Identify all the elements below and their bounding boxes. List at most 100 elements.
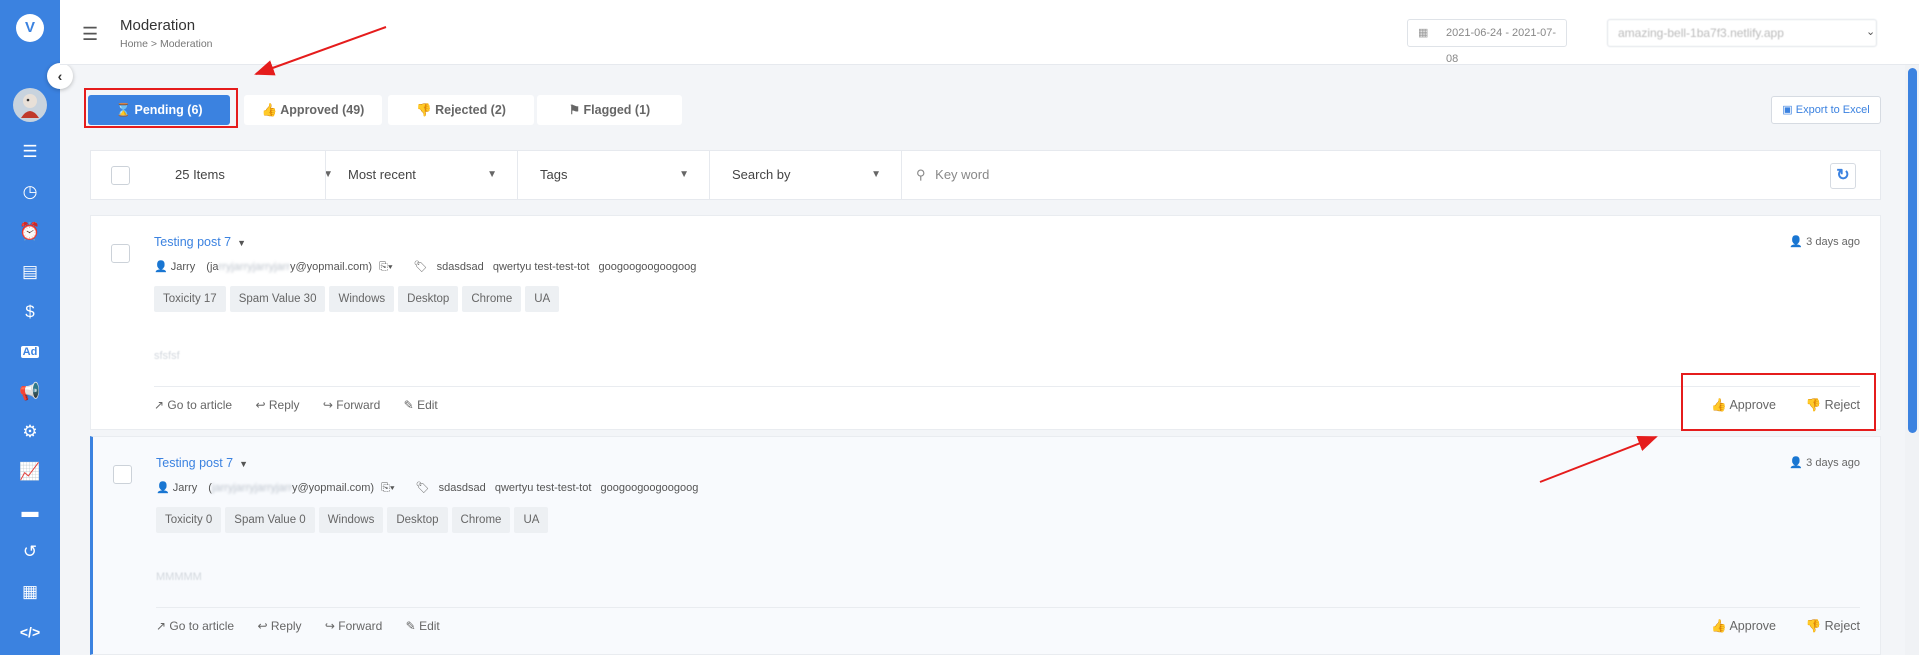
- sidebar-item-clock[interactable]: ◷: [0, 174, 60, 210]
- post-metadata-chips: Toxicity 0 Spam Value 0 Windows Desktop Chro…: [156, 507, 552, 533]
- divider: [156, 607, 1860, 608]
- breadcrumb[interactable]: Home > Moderation: [120, 38, 213, 50]
- tab-approved[interactable]: 👍 Approved (49): [244, 95, 382, 125]
- forward-button[interactable]: ↪ Forward: [323, 398, 380, 412]
- spam-chip: Spam Value 0: [225, 507, 315, 533]
- book-icon: ▤: [21, 262, 39, 281]
- avatar[interactable]: [13, 88, 47, 122]
- scrollbar-thumb[interactable]: [1908, 68, 1917, 433]
- select-all-checkbox[interactable]: [111, 166, 130, 185]
- tag[interactable]: qwertyu test-test-tot: [493, 261, 590, 273]
- clock-icon: ◷: [22, 182, 38, 201]
- user-clock-icon: 👤: [1789, 236, 1804, 248]
- post-title[interactable]: Testing post 7 ▼: [154, 235, 246, 249]
- filter-bar: 25 Items ▼ Most recent ▼ Tags ▼ Search b…: [90, 150, 1881, 200]
- sidebar-item-dollar[interactable]: $: [0, 294, 60, 330]
- go-to-article-label: Go to article: [167, 398, 233, 412]
- copy-icon[interactable]: ⎘▾: [379, 261, 392, 273]
- edit-label: Edit: [417, 398, 438, 412]
- search-by-select[interactable]: Search by ▼: [709, 151, 901, 199]
- caret-down-icon[interactable]: ▼: [239, 459, 248, 469]
- thumbs-up-icon: 👍: [261, 103, 278, 117]
- approve-button[interactable]: 👍 Approve: [1711, 619, 1776, 633]
- sidebar-item-settings[interactable]: ⚙: [0, 414, 60, 450]
- sidebar-item-list[interactable]: ☰: [0, 134, 60, 170]
- refresh-icon: ↻: [1836, 167, 1850, 184]
- copy-icon[interactable]: ⎘▾: [381, 482, 394, 494]
- keyword-search-input[interactable]: ⚲ Key word: [901, 151, 1881, 199]
- reject-button[interactable]: 👎 Reject: [1806, 619, 1861, 633]
- tab-rejected[interactable]: 👎 Rejected (2): [388, 95, 534, 125]
- os-chip: Windows: [318, 507, 384, 533]
- alarm-icon: ⏰: [19, 222, 41, 241]
- user-icon: 👤: [156, 482, 170, 494]
- refresh-button[interactable]: ↻: [1830, 163, 1856, 189]
- edit-icon: ✎: [405, 619, 416, 633]
- sidebar-item-analytics[interactable]: 📈: [0, 454, 60, 490]
- page-title: Moderation: [120, 17, 196, 34]
- post-time: 👤 3 days ago: [1789, 456, 1860, 469]
- external-link-icon: ↗: [156, 619, 167, 633]
- device-chip: Desktop: [387, 507, 448, 533]
- code-icon: </>: [19, 624, 41, 640]
- tags-select[interactable]: Tags ▼: [517, 151, 709, 199]
- post-actions: ↗ Go to article ↩ Reply ↪ Forward ✎ Edit: [156, 619, 460, 633]
- author-row: 👤 Jarry (jarryjarryjarryjarry@yopmail.co…: [156, 481, 698, 495]
- post-title[interactable]: Testing post 7 ▼: [156, 456, 248, 470]
- author-email-hidden: jarryjarryjarryjarr: [211, 482, 293, 494]
- sidebar-item-table[interactable]: ▦: [0, 574, 60, 610]
- os-chip: Windows: [329, 286, 395, 312]
- tag[interactable]: googoogoogoogoog: [600, 482, 698, 494]
- post-time-text: 3 days ago: [1806, 457, 1860, 469]
- chevron-down-icon[interactable]: ⌄: [1866, 25, 1875, 38]
- edit-button[interactable]: ✎ Edit: [404, 398, 438, 412]
- sidebar-item-history[interactable]: ↺: [0, 534, 60, 570]
- tag[interactable]: qwertyu test-test-tot: [495, 482, 592, 494]
- tab-flagged[interactable]: ⚑ Flagged (1): [537, 95, 682, 125]
- edit-button[interactable]: ✎ Edit: [406, 619, 440, 633]
- export-excel-button[interactable]: ▣ Export to Excel: [1771, 96, 1881, 124]
- thumbs-down-icon: 👎: [1805, 619, 1822, 633]
- reply-icon: ↩: [257, 619, 268, 633]
- sidebar-item-ad[interactable]: Ad: [0, 334, 60, 370]
- items-per-page-select[interactable]: 25 Items ▼: [153, 151, 353, 199]
- export-label: Export to Excel: [1795, 104, 1870, 116]
- reply-button[interactable]: ↩ Reply: [255, 398, 299, 412]
- chevron-left-icon: ‹: [57, 68, 63, 84]
- post-card: Testing post 7 ▼ 👤 3 days ago 👤 Jarry (ja…: [90, 436, 1881, 655]
- post-checkbox[interactable]: [111, 244, 130, 263]
- sidebar-item-book[interactable]: ▤: [0, 254, 60, 290]
- moderation-actions: 👍 Approve 👎 Reject: [1685, 619, 1860, 634]
- forward-label: Forward: [336, 398, 381, 412]
- site-select[interactable]: amazing-bell-1ba7f3.netlify.app: [1607, 19, 1877, 47]
- table-icon: ▦: [21, 582, 39, 601]
- device-chip: Desktop: [398, 286, 459, 312]
- tag[interactable]: sdasdsad: [437, 261, 484, 273]
- caret-down-icon[interactable]: ▼: [237, 238, 246, 248]
- go-to-article-link[interactable]: ↗ Go to article: [156, 619, 234, 633]
- sidebar-item-billing[interactable]: ▬: [0, 494, 60, 530]
- go-to-article-link[interactable]: ↗ Go to article: [154, 398, 232, 412]
- user-clock-icon: 👤: [1789, 457, 1804, 469]
- country-chip: UA: [514, 507, 549, 533]
- flag-icon: ⚑: [568, 103, 581, 117]
- sidebar-item-code[interactable]: </>: [0, 614, 60, 650]
- menu-icon[interactable]: ☰: [82, 24, 98, 45]
- tag[interactable]: sdasdsad: [439, 482, 486, 494]
- post-checkbox[interactable]: [113, 465, 132, 484]
- reply-button[interactable]: ↩ Reply: [257, 619, 301, 633]
- tag-icon: 🏷: [413, 261, 428, 273]
- toxicity-chip: Toxicity 0: [156, 507, 222, 533]
- chart-icon: 📈: [19, 462, 41, 481]
- tag[interactable]: googoogoogoogoog: [598, 261, 696, 273]
- sidebar-item-alarm[interactable]: ⏰: [0, 214, 60, 250]
- date-range-picker[interactable]: ▦ 2021-06-24 - 2021-07-08: [1407, 19, 1567, 65]
- country-chip: UA: [525, 286, 560, 312]
- forward-button[interactable]: ↪ Forward: [325, 619, 382, 633]
- reply-label: Reply: [268, 398, 300, 412]
- sort-select[interactable]: Most recent ▼: [325, 151, 517, 199]
- sidebar-collapse-button[interactable]: ‹: [47, 63, 73, 89]
- sidebar-item-moderation[interactable]: 📢: [0, 374, 60, 410]
- app-logo[interactable]: V: [16, 14, 44, 42]
- post-actions: ↗ Go to article ↩ Reply ↪ Forward ✎ Edit: [154, 398, 458, 412]
